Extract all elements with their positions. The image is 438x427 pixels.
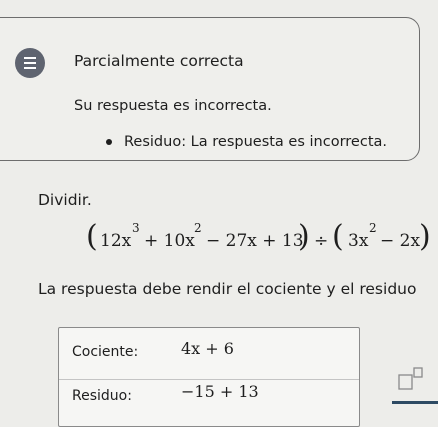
paren-open-2: ( bbox=[332, 219, 344, 254]
term-minus-2x: − 2x bbox=[380, 231, 421, 251]
answer-divider bbox=[59, 379, 359, 380]
paren-close: ) bbox=[298, 219, 310, 254]
feedback-list-icon bbox=[15, 48, 45, 78]
exp-2b: 2 bbox=[369, 221, 377, 235]
feedback-panel: Parcialmente correcta Su respuesta es in… bbox=[0, 17, 420, 161]
bullet-dot bbox=[106, 139, 112, 145]
feedback-message: Su respuesta es incorrecta. bbox=[74, 98, 272, 114]
exp-2: 2 bbox=[194, 221, 202, 235]
exp-3: 3 bbox=[132, 221, 140, 235]
divide-sign: ÷ bbox=[314, 231, 329, 251]
term-3x: 3x bbox=[348, 231, 369, 251]
feedback-bullet-residuo: Residuo: La respuesta es incorrecta. bbox=[124, 134, 387, 150]
exponent-box-icon[interactable] bbox=[398, 366, 424, 392]
cociente-label: Cociente: bbox=[72, 344, 139, 360]
term-rest: − 27x + 13 bbox=[206, 231, 304, 251]
term-10x: + 10x bbox=[144, 231, 195, 251]
residuo-input[interactable]: −15 + 13 bbox=[181, 382, 259, 401]
answer-box: Cociente: 4x + 6 Residuo: −15 + 13 bbox=[58, 327, 360, 427]
residuo-label: Residuo: bbox=[72, 388, 132, 404]
problem-instruction: Dividir. bbox=[38, 191, 92, 209]
cociente-input[interactable]: 4x + 6 bbox=[181, 339, 234, 358]
paren-close-2: ) bbox=[419, 219, 431, 254]
paren-open: ( bbox=[86, 219, 98, 254]
term-12x: 12x bbox=[100, 231, 132, 251]
division-expression: ( 12x 3 + 10x 2 − 27x + 13 ) ÷ ( 3x 2 − … bbox=[86, 219, 431, 267]
feedback-title: Parcialmente correcta bbox=[74, 52, 244, 70]
instruction-note: La respuesta debe rendir el cociente y e… bbox=[38, 280, 417, 298]
